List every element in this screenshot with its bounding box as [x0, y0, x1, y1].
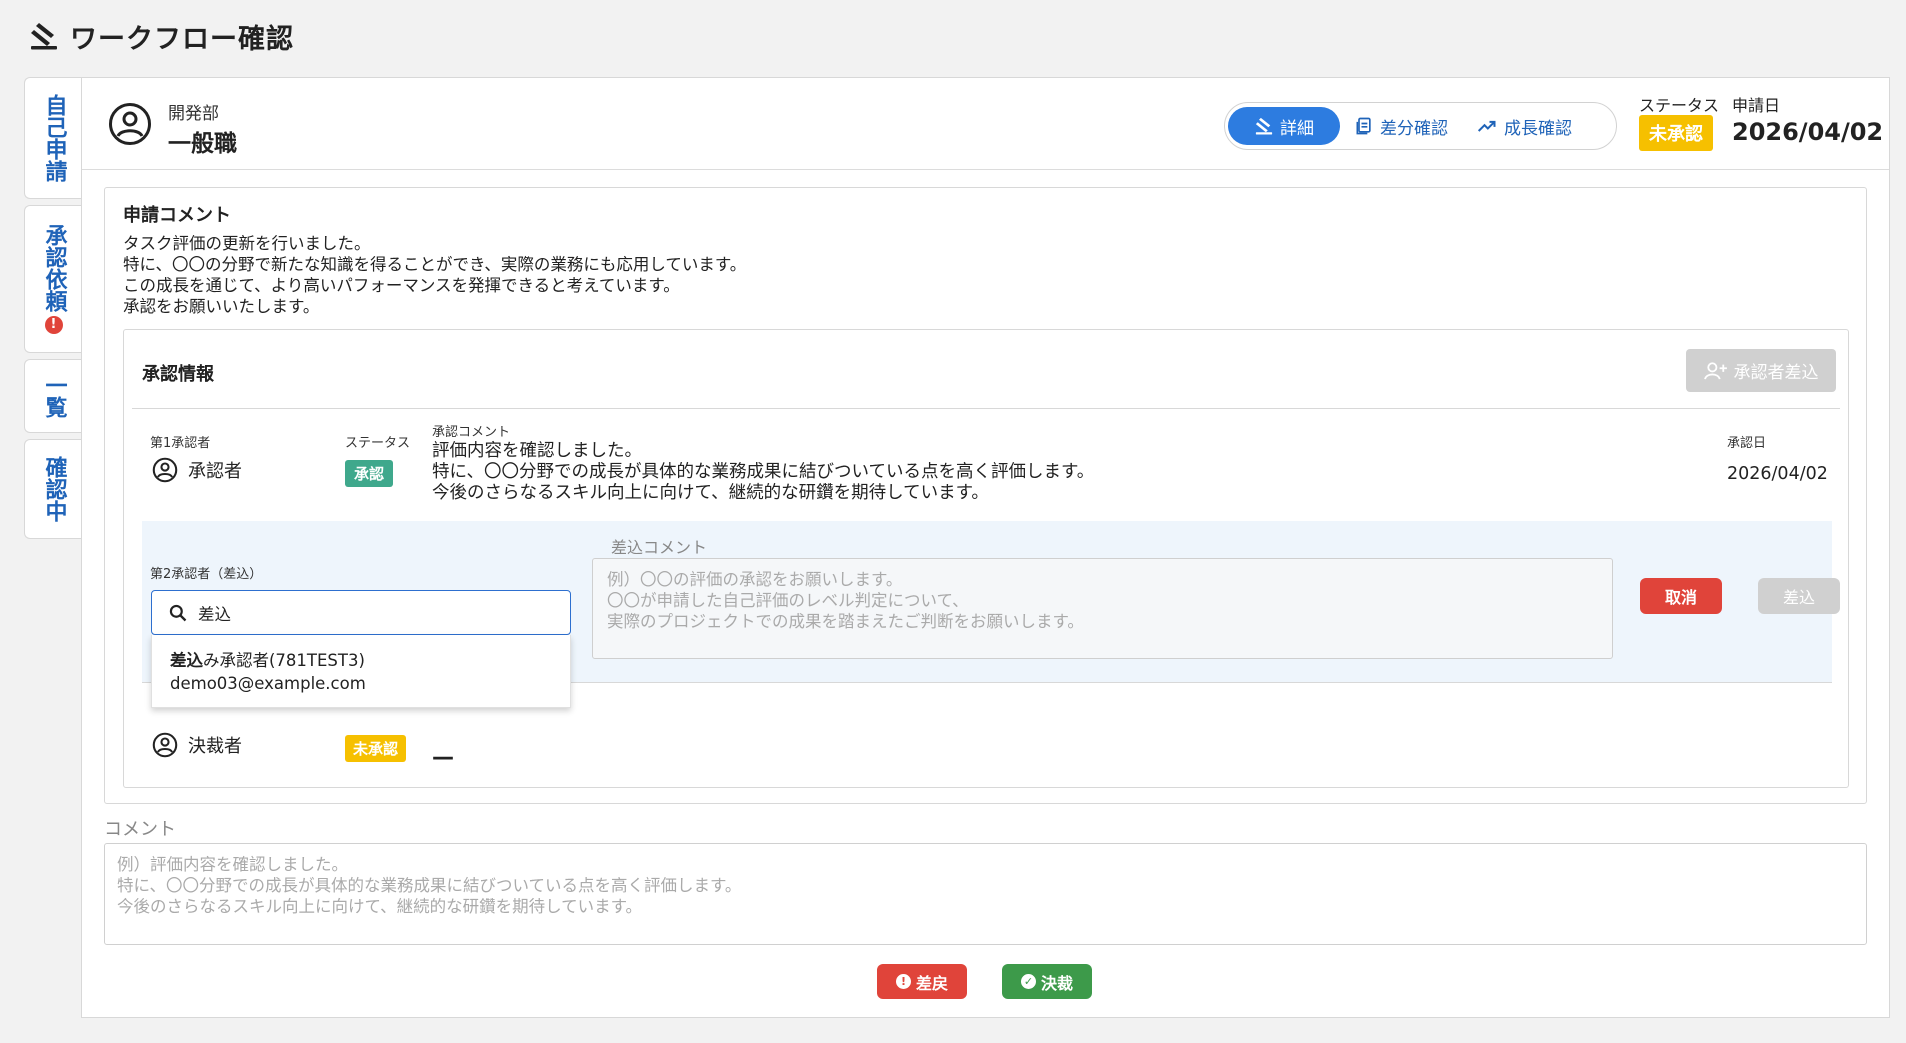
status-label: ステータス	[1639, 96, 1720, 115]
insert-button[interactable]: 差込	[1758, 578, 1840, 614]
view-switcher: 詳細 差分確認 成長確認	[1224, 102, 1617, 150]
first-approver: 承認者	[152, 457, 242, 483]
tab-detail[interactable]: 詳細	[1228, 107, 1340, 145]
search-icon	[169, 604, 187, 621]
approver-suggestion[interactable]: 差込み承認者(781TEST3) demo03@example.com	[151, 635, 571, 708]
apply-comment-line: 承認をお願いいたします。	[123, 297, 320, 316]
tab-diff[interactable]: 差分確認	[1340, 107, 1462, 145]
comment-line: 今後のさらなるスキル向上に向けて、継続的な研鑽を期待しています。	[432, 483, 989, 503]
comment-line: 評価内容を確認しました。	[432, 441, 642, 461]
final-status-badge: 未承認	[345, 735, 407, 762]
approval-date: 2026/04/02	[1727, 464, 1828, 484]
department: 開発部	[168, 104, 219, 124]
return-button[interactable]: ! 差戻	[877, 964, 967, 999]
gavel-icon	[1255, 117, 1273, 135]
placeholder-line: 例）評価内容を確認しました。	[117, 855, 348, 874]
page-title: ワークフロー確認	[70, 23, 294, 55]
status-badge: 未承認	[1639, 115, 1713, 151]
add-approver-button[interactable]: 承認者差込	[1686, 349, 1836, 392]
insert-comment-label: 差込コメント	[611, 538, 708, 557]
decide-label: 決裁	[1040, 973, 1073, 993]
first-status-label: ステータス	[345, 436, 411, 451]
apply-comment-line: タスク評価の更新を行いました。	[123, 234, 371, 253]
first-status-badge: 承認	[345, 460, 394, 487]
apply-date-label: 申請日	[1732, 96, 1781, 115]
side-tabs: 自己申請 承認依頼 ! 一覧 確認中	[24, 77, 82, 545]
suggestion-match: 差込	[170, 651, 203, 670]
suggestion-email: demo03@example.com	[170, 674, 366, 693]
applicant-bar: 開発部 一般職 詳細 差分確認 成長確認 ステータス 未承認 申請日 2026/…	[82, 78, 1889, 170]
suggestion-rest: み承認者(781TEST3)	[203, 651, 365, 670]
user-circle-icon	[152, 732, 178, 758]
comment-label: コメント	[104, 819, 176, 840]
sidetab-label: 承認依頼	[41, 224, 67, 312]
user-circle-icon	[152, 457, 178, 483]
first-approver-label: 第1承認者	[150, 436, 211, 451]
tab-label: 詳細	[1280, 118, 1314, 139]
apply-comment-line: この成長を通じて、より高いパフォーマンスを発揮できると考えています。	[123, 276, 680, 295]
approval-info-card: 承認情報 承認者差込 第1承認者 承認者 ステータス 承認 承認コメント 評価内…	[123, 329, 1849, 788]
return-label: 差戻	[915, 973, 948, 993]
apply-comment-line: 特に、〇〇の分野で新たな知識を得ることができ、実際の業務にも応用しています。	[123, 255, 747, 274]
check-circle-icon: ✓	[1020, 974, 1036, 989]
apply-comment-title: 申請コメント	[123, 205, 231, 226]
insert-comment-textarea[interactable]: 例）〇〇の評価の承認をお願いします。 〇〇が申請した自己評価のレベル判定について…	[592, 558, 1613, 659]
approval-info-title: 承認情報	[142, 364, 214, 385]
apply-comment-body: タスク評価の更新を行いました。 特に、〇〇の分野で新たな知識を得ることができ、実…	[123, 233, 746, 317]
cancel-button[interactable]: 取消	[1640, 578, 1722, 614]
sidetab-approval-request[interactable]: 承認依頼 !	[24, 205, 82, 353]
comment-textarea[interactable]: 例）評価内容を確認しました。 特に、〇〇分野での成長が具体的な業務成果に結びつい…	[104, 843, 1867, 945]
placeholder-line: 〇〇が申請した自己評価のレベル判定について、	[607, 591, 969, 610]
add-approver-label: 承認者差込	[1733, 363, 1819, 383]
placeholder-line: 今後のさらなるスキル向上に向けて、継続的な研鑽を期待しています。	[117, 897, 643, 916]
first-approval-comment: 評価内容を確認しました。 特に、〇〇分野での成長が具体的な業務成果に結びついてい…	[432, 441, 1094, 504]
detail-panel: 申請コメント タスク評価の更新を行いました。 特に、〇〇の分野で新たな知識を得る…	[104, 187, 1867, 804]
approver-search-input[interactable]: 差込	[151, 590, 571, 635]
sidetab-label: 自己申請	[41, 94, 67, 182]
user-circle-icon	[109, 103, 151, 145]
job-role: 一般職	[168, 131, 237, 157]
page-header: ワークフロー確認	[28, 14, 294, 58]
first-approver-name: 承認者	[188, 461, 242, 482]
tab-growth[interactable]: 成長確認	[1462, 107, 1586, 145]
search-value: 差込	[198, 604, 231, 624]
apply-date: 2026/04/02	[1732, 118, 1884, 146]
gavel-icon	[31, 23, 57, 50]
alert-circle-icon: !	[895, 974, 911, 989]
decide-button[interactable]: ✓ 決裁	[1002, 964, 1092, 999]
suggestion-name: 差込み承認者(781TEST3)	[170, 649, 552, 672]
sidetab-label: 一覧	[41, 374, 67, 418]
document-copy-icon	[1356, 117, 1371, 135]
sidetab-list[interactable]: 一覧	[24, 359, 82, 433]
trending-up-icon	[1477, 120, 1496, 132]
sidetab-in-review[interactable]: 確認中	[24, 439, 82, 539]
sidetab-self-apply[interactable]: 自己申請	[24, 77, 82, 199]
placeholder-line: 実際のプロジェクトでの成果を踏まえたご判断をお願いします。	[607, 612, 1084, 631]
divider	[132, 408, 1840, 409]
alert-icon: !	[44, 316, 63, 334]
tab-label: 成長確認	[1504, 118, 1572, 139]
first-comment-label: 承認コメント	[432, 425, 511, 440]
placeholder-line: 特に、〇〇分野での成長が具体的な業務成果に結びついている点を高く評価します。	[117, 876, 742, 895]
comment-line: 特に、〇〇分野での成長が具体的な業務成果に結びついている点を高く評価します。	[432, 462, 1095, 482]
final-comment: —	[432, 745, 454, 770]
approval-date-label: 承認日	[1727, 436, 1767, 451]
final-approver: 決裁者	[152, 732, 242, 758]
main-content: 開発部 一般職 詳細 差分確認 成長確認 ステータス 未承認 申請日 2026/…	[81, 77, 1890, 1018]
placeholder-line: 例）〇〇の評価の承認をお願いします。	[607, 570, 903, 589]
tab-label: 差分確認	[1380, 118, 1448, 139]
second-approver-label: 第2承認者（差込）	[150, 567, 263, 582]
final-approver-name: 決裁者	[188, 736, 242, 757]
person-add-icon	[1703, 361, 1727, 380]
sidetab-label: 確認中	[41, 456, 67, 522]
